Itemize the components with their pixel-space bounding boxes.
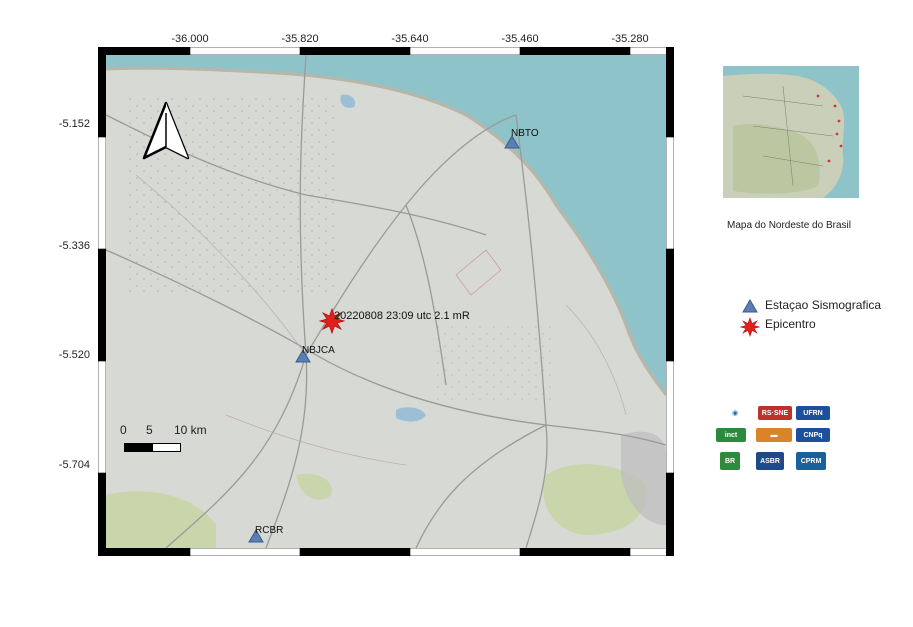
x-tick-label: -36.000 (171, 33, 209, 45)
logo-inct: inct (716, 428, 746, 442)
station-label: RCBR (255, 525, 284, 536)
inset-caption: Mapa do Nordeste do Brasil (727, 220, 851, 231)
scale-label: 0 (120, 423, 127, 437)
legend-station-item: Estaçao Sismografica (740, 298, 900, 314)
x-tick-label: -35.460 (501, 33, 539, 45)
scale-bar: 0 5 10 km (120, 423, 230, 455)
inset-map (723, 66, 859, 198)
y-tick-label: -5.520 (58, 349, 90, 361)
scale-label: 10 km (174, 423, 207, 437)
inset-map-image (723, 73, 845, 198)
logo-petrobras-bar: ▬ (756, 428, 792, 442)
legend-epicenter-label: Epicentro (765, 317, 816, 331)
legend-epicenter-item: Epicentro (740, 316, 900, 337)
x-tick-label: -35.640 (391, 33, 429, 45)
y-tick-label: -5.704 (58, 459, 90, 471)
x-tick-label: -35.280 (611, 33, 649, 45)
scale-label: 5 (146, 423, 153, 437)
logo-cnpq: CNPq (796, 428, 830, 442)
station-label: NBTO (511, 128, 539, 139)
logo-cprm: CPRM (796, 452, 826, 470)
legend: Estaçao Sismografica Epicentro (740, 296, 905, 337)
y-tick-label: -5.152 (58, 118, 90, 130)
map-canvas[interactable]: NBTO NBJCA RCBR 20220808 23:09 utc 2.1 m… (106, 55, 666, 548)
logo-asbr: ASBR (756, 452, 784, 470)
logo-br: BR (720, 452, 740, 470)
logo-ufrn: UFRN (796, 406, 830, 420)
event-label: 20220808 23:09 utc 2.1 mR (334, 310, 470, 322)
logos-panel: ◉ RS·SNE UFRN inct ▬ CNPq BR ASBR CPRM (716, 406, 836, 472)
epicenter-star-icon (740, 317, 760, 337)
x-tick-label: -35.820 (281, 33, 319, 45)
y-tick-label: -5.336 (58, 240, 90, 252)
logo-labsis: ◉ (731, 410, 739, 417)
map-basemap (106, 55, 666, 548)
triangle-icon (742, 299, 758, 313)
logo-rsisne: RS·SNE (758, 406, 792, 420)
legend-station-label: Estaçao Sismografica (765, 298, 882, 312)
station-label: NBJCA (302, 345, 335, 356)
